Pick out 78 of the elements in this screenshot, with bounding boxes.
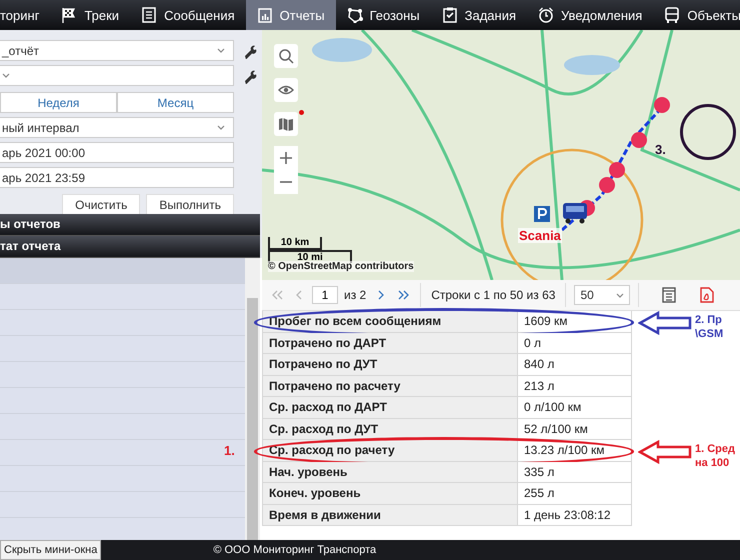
chevron-left-icon (296, 290, 302, 300)
marker-label: 3. (655, 142, 666, 157)
chevron-icon (217, 125, 225, 130)
nav-tab[interactable]: Отчеты (246, 0, 336, 30)
double-chevron-right-icon (398, 290, 409, 300)
table-cell: Пробег по всем сообщениям (262, 311, 518, 332)
nav-tab[interactable]: Сообщения (130, 0, 246, 30)
table-cell: 0 л (518, 332, 632, 354)
wrench-icon (242, 68, 258, 84)
action-button[interactable]: Очистить (62, 194, 140, 215)
dropdown[interactable]: _отчёт (0, 40, 234, 61)
document-icon (662, 287, 676, 303)
chart-document-icon (256, 7, 273, 23)
parking-icon (534, 206, 550, 222)
date-field[interactable]: арь 2021 00:00 (0, 142, 234, 163)
table-cell: 840 л (518, 354, 632, 376)
panel-header[interactable]: тат отчета (0, 236, 260, 258)
nav-tab[interactable]: Треки (50, 0, 130, 30)
chevron-icon (217, 48, 225, 53)
search-icon (278, 48, 294, 64)
truck-icon (562, 202, 588, 224)
arrow-icon (638, 440, 692, 464)
notification-dot (299, 110, 304, 115)
table-cell: 1 день 23:08:12 (518, 504, 632, 526)
annotation-text: 2. Пр \GSM (695, 313, 724, 341)
clipboard-check-icon (442, 7, 458, 23)
scrollbar[interactable] (245, 258, 260, 540)
attribution[interactable]: © OpenStreetMap contributors (268, 261, 414, 272)
nav-tab[interactable]: Объекты (653, 0, 740, 30)
hide-button[interactable]: Скрыть мини-окна (0, 540, 102, 560)
nav-tab[interactable]: Геозоны (336, 0, 431, 30)
wrench-icon (242, 42, 258, 58)
nav-tab[interactable]: торинг (0, 0, 50, 30)
vehicle-label: Scania (518, 228, 562, 243)
polygon-icon (346, 7, 363, 23)
document-icon (141, 7, 158, 23)
alarm-clock-icon (538, 7, 554, 23)
table-cell: Ср. расход по ДАРТ (262, 397, 518, 418)
rows-info: Строки с 1 по 50 из 63 (430, 288, 556, 302)
dropdown[interactable]: ный интервал (0, 117, 234, 138)
chevron-right-icon (378, 290, 384, 300)
plus-icon (280, 152, 292, 164)
date-field[interactable]: арь 2021 23:59 (0, 167, 234, 188)
scale-bar: 10 km (268, 237, 322, 250)
pdf-icon (700, 287, 714, 303)
table-cell: 335 л (518, 462, 632, 483)
period-button[interactable]: Месяц (117, 92, 234, 113)
panel-header[interactable]: ы отчетов (0, 214, 260, 236)
table-cell: Потрачено по расчету (262, 376, 518, 397)
annotation-label: 1. (224, 443, 235, 458)
page-size-dropdown[interactable]: 50 (574, 285, 630, 305)
period-button[interactable]: Неделя (0, 92, 117, 113)
map-placeholder[interactable]: Scania 3. 10 km 10 mi © OpenStreetMap contributors (262, 30, 740, 280)
search-button[interactable] (274, 44, 298, 68)
copyright-text: © ООО Мониторинг Транспорта (213, 543, 376, 557)
table-cell: Потрачено по ДАРТ (262, 332, 518, 354)
table-cell: 213 л (518, 376, 632, 397)
action-button[interactable]: Выполнить (146, 194, 234, 215)
double-chevron-left-icon (272, 290, 282, 300)
annotation-text: 1. Сред на 100 (695, 442, 735, 470)
page-field[interactable]: 1 (312, 286, 338, 304)
table-cell: 52 л/100 км (518, 418, 632, 440)
eye-button[interactable] (274, 78, 298, 102)
chevron-icon (2, 73, 10, 78)
table-cell: Потрачено по ДУТ (262, 354, 518, 376)
scale-bar: 10 mi (268, 250, 352, 263)
flag-icon (61, 7, 78, 23)
nav-tab[interactable]: Задания (430, 0, 528, 30)
table-cell: 0 л/100 км (518, 397, 632, 418)
chevron-icon (616, 292, 624, 298)
table-cell: Нач. уровень (262, 462, 518, 483)
bus-icon (664, 7, 680, 23)
map-layers-icon (278, 116, 294, 132)
table-cell: Время в движении (262, 504, 518, 526)
table-cell: 255 л (518, 483, 632, 504)
table-cell: Конеч. уровень (262, 483, 518, 504)
nav-tab[interactable]: Уведомления (527, 0, 654, 30)
page-count: из 2 (343, 288, 368, 302)
